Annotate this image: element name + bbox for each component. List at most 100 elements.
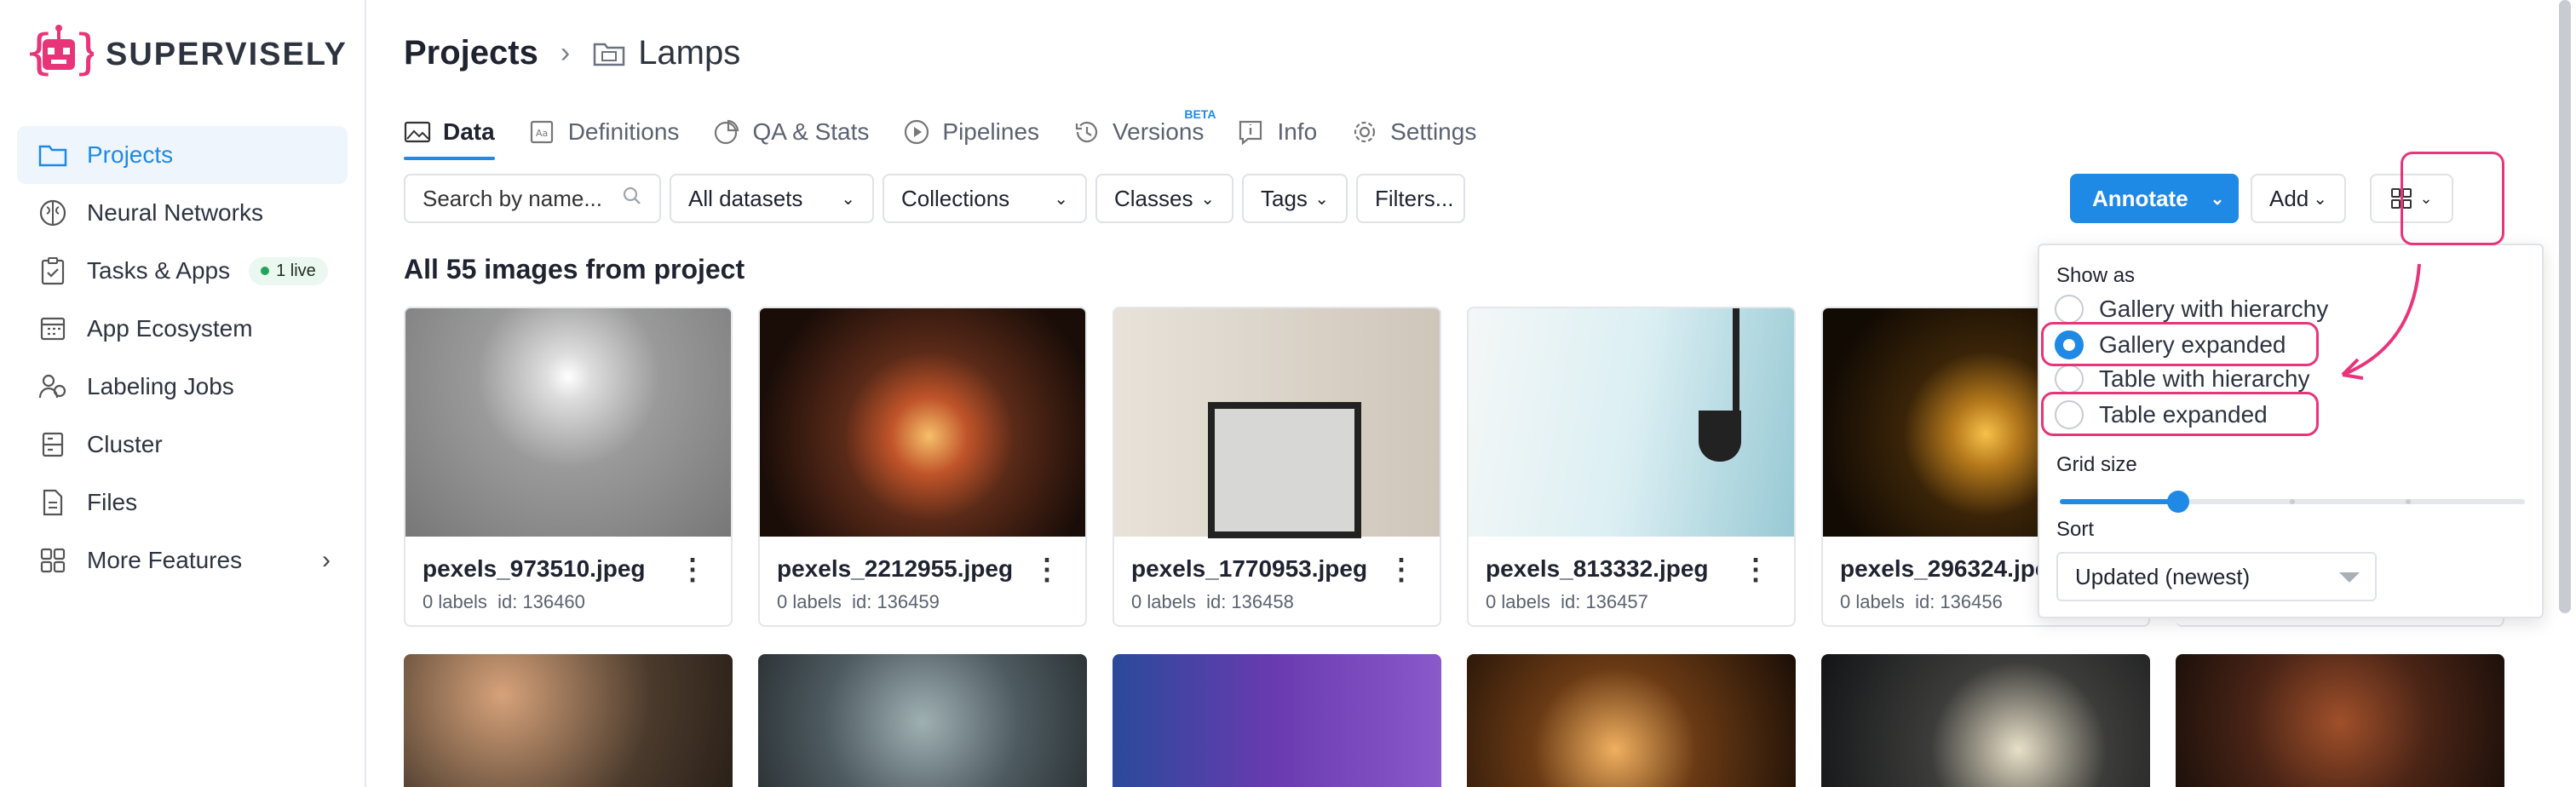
sidebar-item-files[interactable]: Files	[17, 474, 348, 531]
tab-data[interactable]: Data	[404, 106, 495, 160]
add-label: Add	[2269, 185, 2309, 211]
sidebar-item-app-ecosystem[interactable]: App Ecosystem	[17, 300, 348, 358]
sidebar-item-neural-networks[interactable]: Neural Networks	[17, 184, 348, 242]
chevron-down-icon: ⌄	[2313, 189, 2327, 209]
image-name[interactable]: pexels_1770953.jpeg	[1131, 555, 1367, 583]
tab-info[interactable]: Info	[1238, 106, 1317, 158]
svg-text:Aa: Aa	[536, 128, 548, 139]
sidebar-item-label: Cluster	[87, 431, 163, 457]
image-id: id: 136458	[1206, 591, 1294, 612]
sort-select[interactable]: Updated (newest)	[2056, 552, 2377, 601]
image-card[interactable]: pexels_973510.jpeg 0 labels id: 136460 ⋮	[404, 307, 733, 627]
option-label: Table with hierarchy	[2099, 365, 2310, 392]
sidebar-item-cluster[interactable]: Cluster	[17, 416, 348, 474]
tab-qa-stats[interactable]: QA & Stats	[713, 106, 869, 158]
sidebar-item-label: Labeling Jobs	[87, 373, 234, 399]
scrollbar[interactable]	[2559, 0, 2571, 613]
filters-button[interactable]: Filters...	[1356, 174, 1465, 223]
radio-icon	[2055, 295, 2084, 324]
annotate-label: Annotate	[2092, 185, 2188, 211]
more-vertical-icon[interactable]: ⋮	[678, 555, 707, 584]
image-meta: 0 labels id: 136458	[1131, 591, 1294, 613]
image-thumbnail[interactable]	[1469, 308, 1794, 537]
image-thumbnail[interactable]	[1821, 654, 2150, 787]
classes-dropdown[interactable]: Classes ⌄	[1095, 174, 1233, 223]
more-vertical-icon[interactable]: ⋮	[1387, 555, 1416, 584]
search-placeholder: Search by name...	[423, 185, 602, 211]
app-window: { } SUPERVISELY Projects	[0, 0, 2576, 787]
sidebar-item-labeling-jobs[interactable]: Labeling Jobs	[17, 358, 348, 416]
more-vertical-icon[interactable]: ⋮	[1741, 555, 1770, 584]
slider-tick	[2406, 499, 2411, 504]
search-input[interactable]: Search by name...	[404, 174, 661, 223]
image-name[interactable]: pexels_2212955.jpeg	[777, 555, 1013, 583]
tab-settings[interactable]: Settings	[1351, 106, 1476, 158]
tab-bar: Data Aa Definitions QA & Stats Pipelines…	[404, 106, 1510, 160]
image-thumbnail[interactable]	[1113, 654, 1441, 787]
breadcrumb-current: Lamps	[592, 34, 740, 72]
tab-versions[interactable]: Versions BETA	[1073, 106, 1216, 158]
tab-label: Data	[443, 118, 495, 145]
tab-pipelines[interactable]: Pipelines	[903, 106, 1039, 158]
tags-dropdown[interactable]: Tags ⌄	[1242, 174, 1348, 223]
image-thumbnail[interactable]	[1114, 308, 1440, 538]
sidebar-item-label: App Ecosystem	[87, 315, 253, 342]
collections-dropdown[interactable]: Collections ⌄	[883, 174, 1087, 223]
image-icon	[404, 118, 433, 146]
filters-label: Filters...	[1375, 185, 1454, 211]
option-label: Gallery with hierarchy	[2099, 296, 2329, 322]
live-badge: 1 live	[249, 256, 328, 285]
add-button[interactable]: Add ⌄	[2251, 174, 2346, 223]
svg-text:}: }	[73, 25, 94, 80]
live-badge-label: 1 live	[276, 261, 316, 280]
classes-label: Classes	[1114, 185, 1193, 211]
option-table-hierarchy[interactable]: Table with hierarchy	[2055, 365, 2309, 394]
sidebar-item-label: Projects	[87, 141, 174, 168]
gallery-heading: All 55 images from project	[404, 254, 745, 284]
image-name[interactable]: pexels_813332.jpeg	[1486, 555, 1709, 583]
chevron-down-icon: ⌄	[841, 189, 855, 209]
datasets-dropdown[interactable]: All datasets ⌄	[670, 174, 874, 223]
annotate-button[interactable]: Annotate ⌄	[2070, 174, 2239, 223]
tab-definitions[interactable]: Aa Definitions	[529, 106, 680, 158]
highlight-view-button	[2401, 152, 2504, 245]
more-vertical-icon[interactable]: ⋮	[1032, 555, 1061, 584]
image-name[interactable]: pexels_973510.jpeg	[423, 555, 646, 583]
grid-calendar-icon	[36, 312, 70, 346]
logo[interactable]: { } SUPERVISELY	[24, 24, 348, 85]
image-name[interactable]: pexels_296324.jpeg	[1840, 555, 2063, 583]
image-labels-count: 0 labels	[1486, 591, 1550, 612]
image-meta: 0 labels id: 136460	[423, 591, 585, 613]
image-thumbnail[interactable]	[1467, 654, 1796, 787]
image-thumbnail[interactable]	[405, 308, 731, 537]
sidebar-item-projects[interactable]: Projects	[17, 126, 348, 184]
image-card[interactable]: pexels_813332.jpeg 0 labels id: 136457 ⋮	[1467, 307, 1796, 627]
grid-size-slider[interactable]	[2060, 491, 2525, 513]
image-meta: 0 labels id: 136459	[777, 591, 940, 613]
image-labels-count: 0 labels	[1131, 591, 1196, 612]
tab-label: QA & Stats	[752, 118, 870, 145]
chevron-down-icon: ⌄	[1200, 189, 1215, 209]
image-thumbnail[interactable]	[2176, 654, 2504, 787]
slider-handle[interactable]	[2167, 491, 2189, 513]
image-id: id: 136456	[1915, 591, 2003, 612]
tab-label: Versions	[1113, 118, 1205, 145]
slider-fill	[2060, 499, 2177, 504]
image-thumbnail[interactable]	[404, 654, 733, 787]
image-thumbnail[interactable]	[758, 654, 1087, 787]
image-thumbnail[interactable]	[760, 308, 1085, 537]
image-card[interactable]: pexels_1770953.jpeg 0 labels id: 136458 …	[1113, 307, 1441, 627]
sidebar-item-more-features[interactable]: More Features ›	[17, 531, 348, 589]
caret-down-icon	[2339, 572, 2360, 583]
sidebar-item-label: Tasks & Apps	[87, 257, 231, 284]
breadcrumb-projects[interactable]: Projects	[404, 34, 538, 72]
sort-value: Updated (newest)	[2075, 563, 2251, 589]
option-gallery-hierarchy[interactable]: Gallery with hierarchy	[2055, 295, 2328, 324]
tab-label: Definitions	[567, 118, 680, 145]
image-card[interactable]: pexels_2212955.jpeg 0 labels id: 136459 …	[758, 307, 1087, 627]
annotation-arrow-icon	[2341, 263, 2421, 380]
datasets-label: All datasets	[688, 185, 803, 211]
play-circle-icon	[903, 118, 932, 146]
sidebar-item-tasks-apps[interactable]: Tasks & Apps 1 live	[17, 242, 348, 300]
image-id: id: 136459	[852, 591, 940, 612]
